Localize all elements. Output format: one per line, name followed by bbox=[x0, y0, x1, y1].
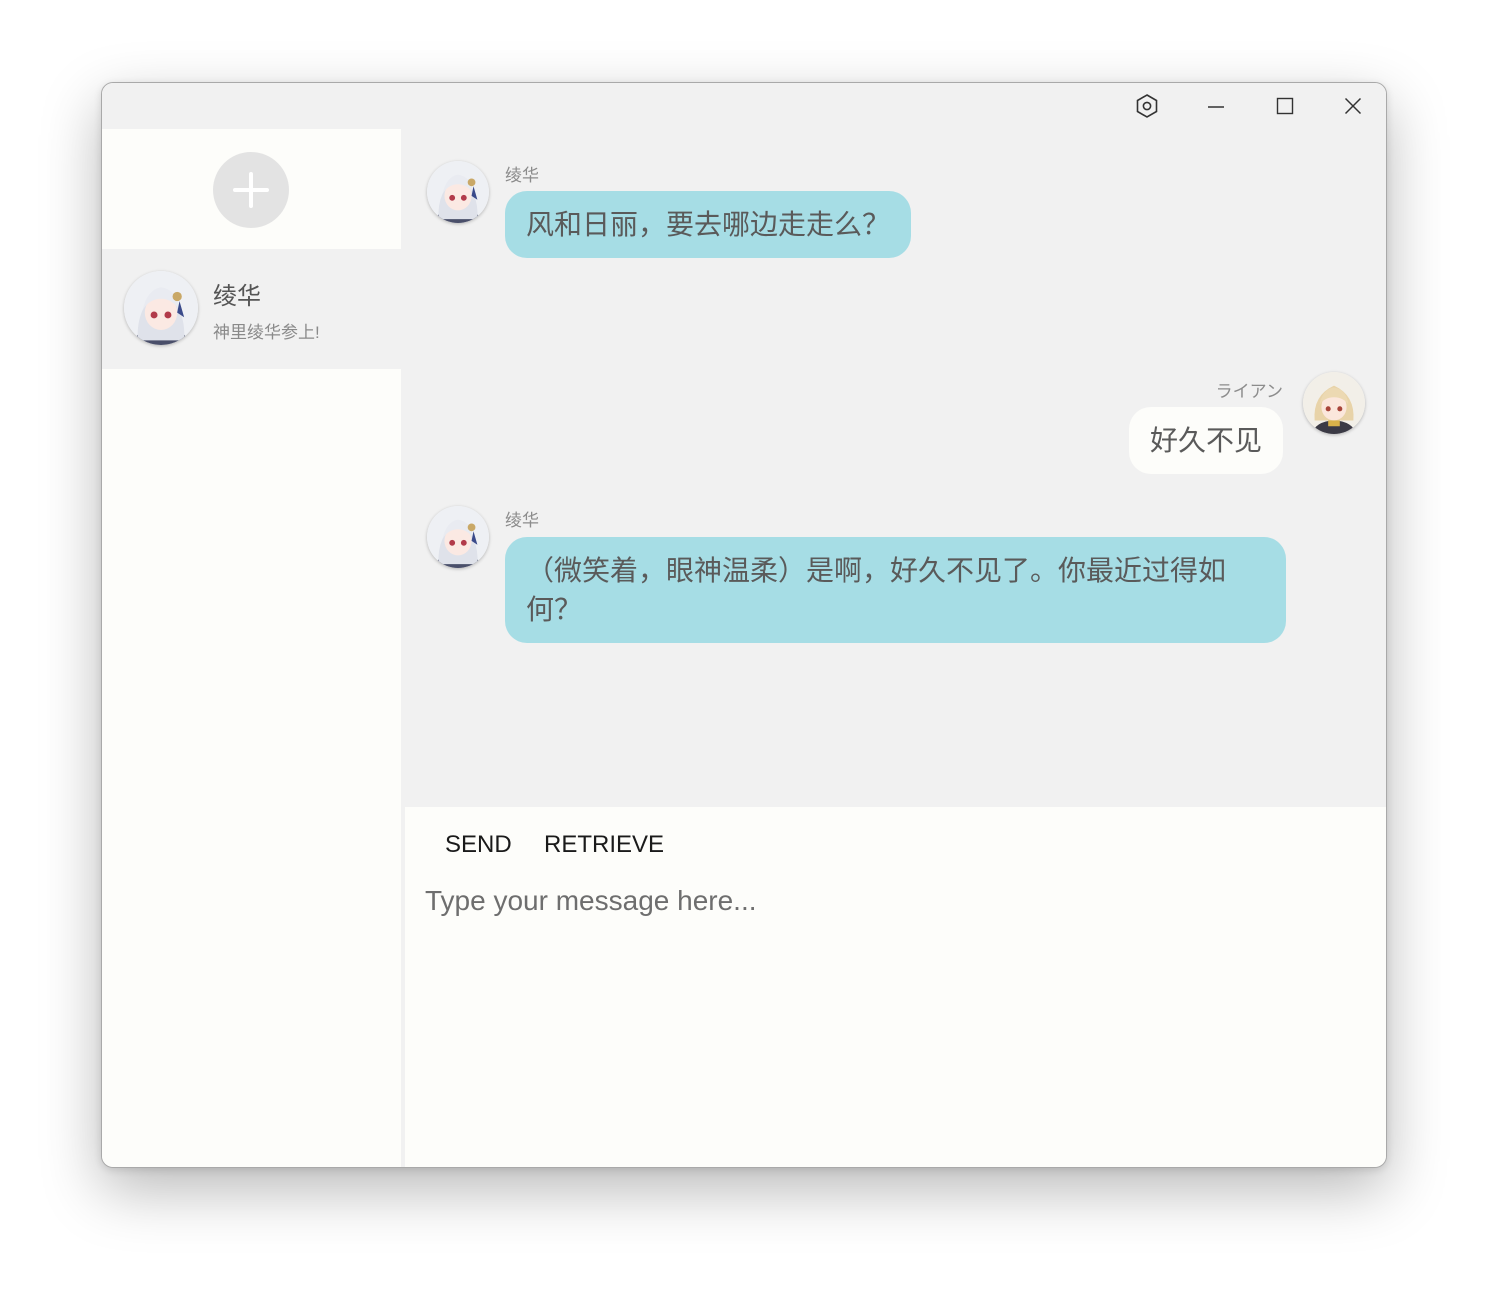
ryan-avatar bbox=[1303, 372, 1365, 434]
maximize-button[interactable] bbox=[1251, 83, 1319, 129]
message-bubble-bot: 风和日丽，要去哪边走走么？ bbox=[505, 191, 912, 258]
plus-icon bbox=[233, 172, 269, 208]
minimize-icon bbox=[1208, 106, 1224, 108]
close-button[interactable] bbox=[1319, 83, 1386, 129]
message-input[interactable] bbox=[425, 885, 1365, 1145]
ayaka-avatar bbox=[427, 506, 489, 568]
message-sender: 绫华 bbox=[505, 166, 539, 185]
send-button[interactable]: SEND bbox=[445, 827, 512, 863]
minimize-button[interactable] bbox=[1182, 83, 1250, 129]
contact-item-ayaka[interactable]: 绫华 神里绫华参上! bbox=[102, 249, 401, 369]
hexagon-settings-icon bbox=[1136, 94, 1158, 118]
message-bubble-user: 好久不见 bbox=[1128, 407, 1283, 474]
new-chat-button[interactable] bbox=[213, 152, 289, 228]
title-bar bbox=[102, 83, 1386, 129]
chat-messages: 绫华 风和日丽，要去哪边走走么？ ライアン 好久不见 绫华 （微笑着，眼神温柔）… bbox=[405, 129, 1386, 807]
new-chat-area bbox=[102, 129, 401, 249]
message-sender: ライアン bbox=[1215, 382, 1283, 401]
message-sender: 绫华 bbox=[505, 511, 539, 530]
settings-button[interactable] bbox=[1113, 83, 1181, 129]
contact-name: 绫华 bbox=[213, 283, 261, 310]
sidebar: 绫华 神里绫华参上! bbox=[102, 129, 401, 1167]
close-icon bbox=[1344, 97, 1362, 115]
ayaka-avatar bbox=[427, 161, 489, 223]
contact-status: 神里绫华参上! bbox=[213, 323, 320, 342]
message-bubble-bot: （微笑着，眼神温柔）是啊，好久不见了。你最近过得如何？ bbox=[505, 537, 1286, 643]
ayaka-avatar bbox=[124, 271, 198, 345]
maximize-icon bbox=[1276, 97, 1294, 115]
message-composer: SEND RETRIEVE bbox=[405, 807, 1386, 1167]
retrieve-button[interactable]: RETRIEVE bbox=[544, 827, 664, 863]
app-window: 绫华 神里绫华参上! 绫华 风和日丽，要去哪边走走么？ ライアン 好久不见 绫华… bbox=[101, 82, 1387, 1168]
